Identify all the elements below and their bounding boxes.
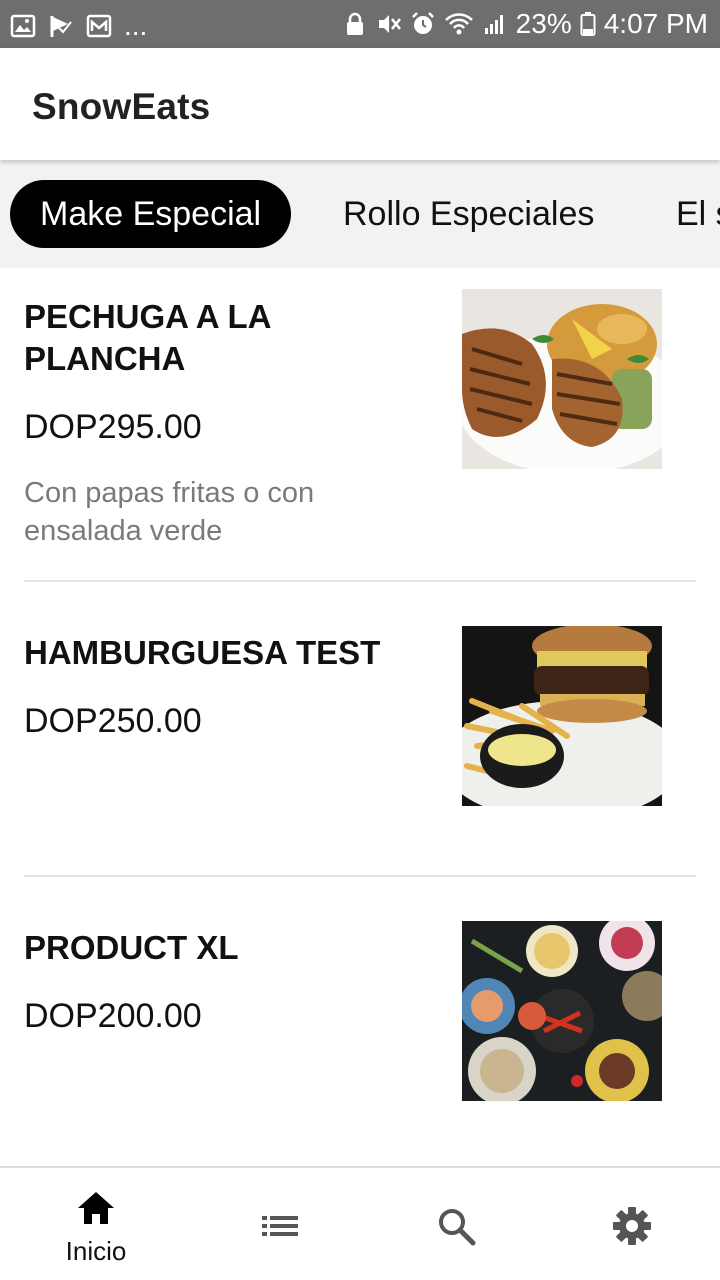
battery-icon <box>580 12 596 36</box>
tab-rollo-especiales[interactable]: Rollo Especiales <box>343 180 594 248</box>
item-name: HAMBURGUESA TEST <box>24 634 381 671</box>
bottom-navigation: Inicio <box>0 1166 720 1280</box>
list-icon <box>262 1216 298 1236</box>
item-name: PECHUGA A LA PLANCHA <box>24 298 271 377</box>
item-divider <box>24 875 696 877</box>
item-price: DOP250.00 <box>24 702 202 740</box>
alarm-icon <box>411 12 434 34</box>
grilled-chicken-photo <box>462 289 662 469</box>
item-divider <box>24 580 696 582</box>
check-flag-icon <box>50 16 73 37</box>
clock: 4:07 PM <box>603 8 708 39</box>
notification-icons: ... <box>10 10 147 42</box>
overflow-indicator: ... <box>124 10 148 41</box>
category-tabs[interactable]: Make Especial Rollo Especiales El s <box>0 162 720 268</box>
food-spread-photo <box>462 921 662 1101</box>
wifi-icon <box>444 13 473 35</box>
home-icon <box>78 1192 114 1224</box>
battery-percent: 23% <box>515 8 572 39</box>
system-status: 23% 4:07 PM <box>342 8 708 40</box>
nav-home-label: Inicio <box>65 1236 127 1266</box>
nav-home[interactable]: Inicio <box>36 1168 156 1280</box>
menu-item[interactable]: PECHUGA A LA PLANCHA DOP295.00 Con papas… <box>24 288 696 578</box>
app-title: SnowEats <box>32 86 211 127</box>
status-bar: ... 23% 4:07 PM <box>0 0 720 48</box>
tab-el-s[interactable]: El s <box>676 180 720 248</box>
lock-icon <box>346 12 363 35</box>
gallery-icon <box>10 14 36 38</box>
signal-icon <box>484 15 503 34</box>
item-description: Con papas fritas o con ensalada verde <box>24 477 315 547</box>
nav-list[interactable] <box>220 1168 340 1280</box>
search-icon <box>439 1209 476 1246</box>
menu-item[interactable]: PRODUCT XL DOP200.00 <box>24 895 696 1155</box>
mail-icon <box>86 14 112 38</box>
burger-fries-photo <box>462 626 662 806</box>
app-bar: SnowEats <box>0 48 720 160</box>
menu-item[interactable]: HAMBURGUESA TEST DOP250.00 <box>24 600 696 870</box>
nav-search[interactable] <box>396 1168 516 1280</box>
item-price: DOP295.00 <box>24 408 202 446</box>
mute-vibrate-icon <box>378 15 401 33</box>
nav-settings[interactable] <box>572 1168 692 1280</box>
item-name: PRODUCT XL <box>24 929 239 966</box>
tab-make-especial[interactable]: Make Especial <box>10 180 292 248</box>
settings-icon <box>613 1207 651 1245</box>
item-price: DOP200.00 <box>24 997 202 1035</box>
